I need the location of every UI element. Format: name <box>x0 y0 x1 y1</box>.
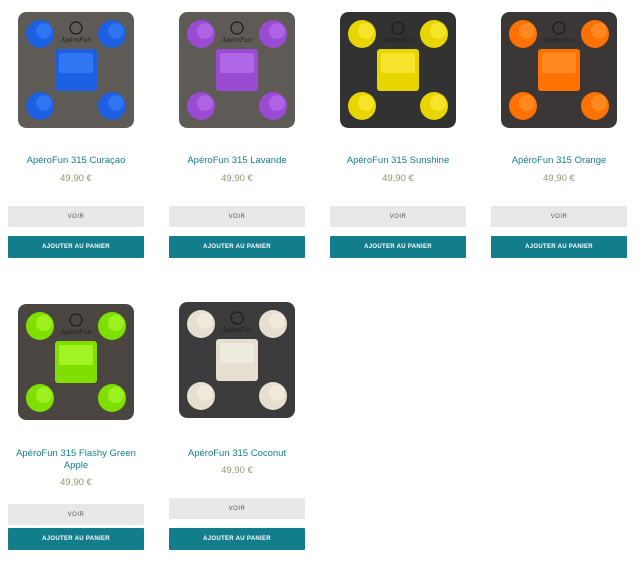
product-price: 49,90 € <box>221 173 253 184</box>
brand-logo-text: ApéroFun <box>543 37 574 44</box>
brand-logo-text: ApéroFun <box>60 329 91 336</box>
cup-highlight <box>36 23 52 39</box>
cup-highlight <box>519 95 535 111</box>
product-name[interactable]: ApéroFun 315 Orange <box>491 155 627 167</box>
view-button[interactable]: VOIR <box>330 206 466 227</box>
cup-highlight <box>36 95 52 111</box>
product-name[interactable]: ApéroFun 315 Flashy Green Apple <box>8 448 144 472</box>
cup-highlight <box>269 95 285 111</box>
product-image[interactable]: ApéroFun <box>179 12 295 128</box>
cup-highlight <box>269 23 285 39</box>
product-price: 49,90 € <box>221 465 253 476</box>
product-price: 49,90 € <box>60 477 92 488</box>
product-image[interactable]: ApéroFun <box>340 12 456 128</box>
board-graphic: ApéroFun <box>340 12 456 128</box>
center-tray-highlight <box>381 53 415 73</box>
cup-highlight <box>108 23 124 39</box>
product-name[interactable]: ApéroFun 315 Coconut <box>169 448 305 460</box>
cup-highlight <box>591 23 607 39</box>
product-name[interactable]: ApéroFun 315 Curaçao <box>8 155 144 167</box>
cup-highlight <box>358 95 374 111</box>
cup-highlight <box>108 387 124 403</box>
brand-logo-text: ApéroFun <box>382 37 413 44</box>
brand-logo-text: ApéroFun <box>60 37 91 44</box>
add-to-cart-button[interactable]: AJOUTER AU PANIER <box>8 528 144 550</box>
product-image[interactable]: ApéroFun <box>18 12 134 128</box>
cup-highlight <box>36 387 52 403</box>
view-button[interactable]: VOIR <box>169 498 305 519</box>
product-image[interactable]: ApéroFun <box>501 12 617 128</box>
view-button[interactable]: VOIR <box>8 504 144 525</box>
brand-logo-text: ApéroFun <box>221 327 252 334</box>
product-price: 49,90 € <box>382 173 414 184</box>
cup-highlight <box>197 385 213 401</box>
add-to-cart-button[interactable]: AJOUTER AU PANIER <box>330 236 466 258</box>
cup-highlight <box>430 23 446 39</box>
cup-highlight <box>269 385 285 401</box>
cup-highlight <box>108 95 124 111</box>
product-name[interactable]: ApéroFun 315 Sunshine <box>330 155 466 167</box>
board-graphic: ApéroFun <box>18 304 134 420</box>
cup-highlight <box>430 95 446 111</box>
product-image[interactable]: ApéroFun <box>18 304 134 420</box>
add-to-cart-button[interactable]: AJOUTER AU PANIER <box>491 236 627 258</box>
add-to-cart-button[interactable]: AJOUTER AU PANIER <box>169 528 305 550</box>
board-graphic: ApéroFun <box>179 12 295 128</box>
cup-highlight <box>197 313 213 329</box>
cup-highlight <box>269 313 285 329</box>
view-button[interactable]: VOIR <box>491 206 627 227</box>
view-button[interactable]: VOIR <box>169 206 305 227</box>
product-image[interactable]: ApéroFun <box>179 302 295 418</box>
product-name[interactable]: ApéroFun 315 Lavande <box>169 155 305 167</box>
board-graphic: ApéroFun <box>18 12 134 128</box>
board-graphic: ApéroFun <box>179 302 295 418</box>
brand-logo-text: ApéroFun <box>221 37 252 44</box>
cup-highlight <box>197 23 213 39</box>
cup-highlight <box>519 23 535 39</box>
center-tray-highlight <box>59 53 93 73</box>
cup-highlight <box>36 315 52 331</box>
cup-highlight <box>197 95 213 111</box>
cup-highlight <box>358 23 374 39</box>
center-tray-highlight <box>220 53 254 73</box>
product-price: 49,90 € <box>543 173 575 184</box>
add-to-cart-button[interactable]: AJOUTER AU PANIER <box>8 236 144 258</box>
view-button[interactable]: VOIR <box>8 206 144 227</box>
center-tray-highlight <box>220 343 254 363</box>
cup-highlight <box>591 95 607 111</box>
product-price: 49,90 € <box>60 173 92 184</box>
center-tray-highlight <box>542 53 576 73</box>
center-tray-highlight <box>59 345 93 365</box>
cup-highlight <box>108 315 124 331</box>
add-to-cart-button[interactable]: AJOUTER AU PANIER <box>169 236 305 258</box>
board-graphic: ApéroFun <box>501 12 617 128</box>
